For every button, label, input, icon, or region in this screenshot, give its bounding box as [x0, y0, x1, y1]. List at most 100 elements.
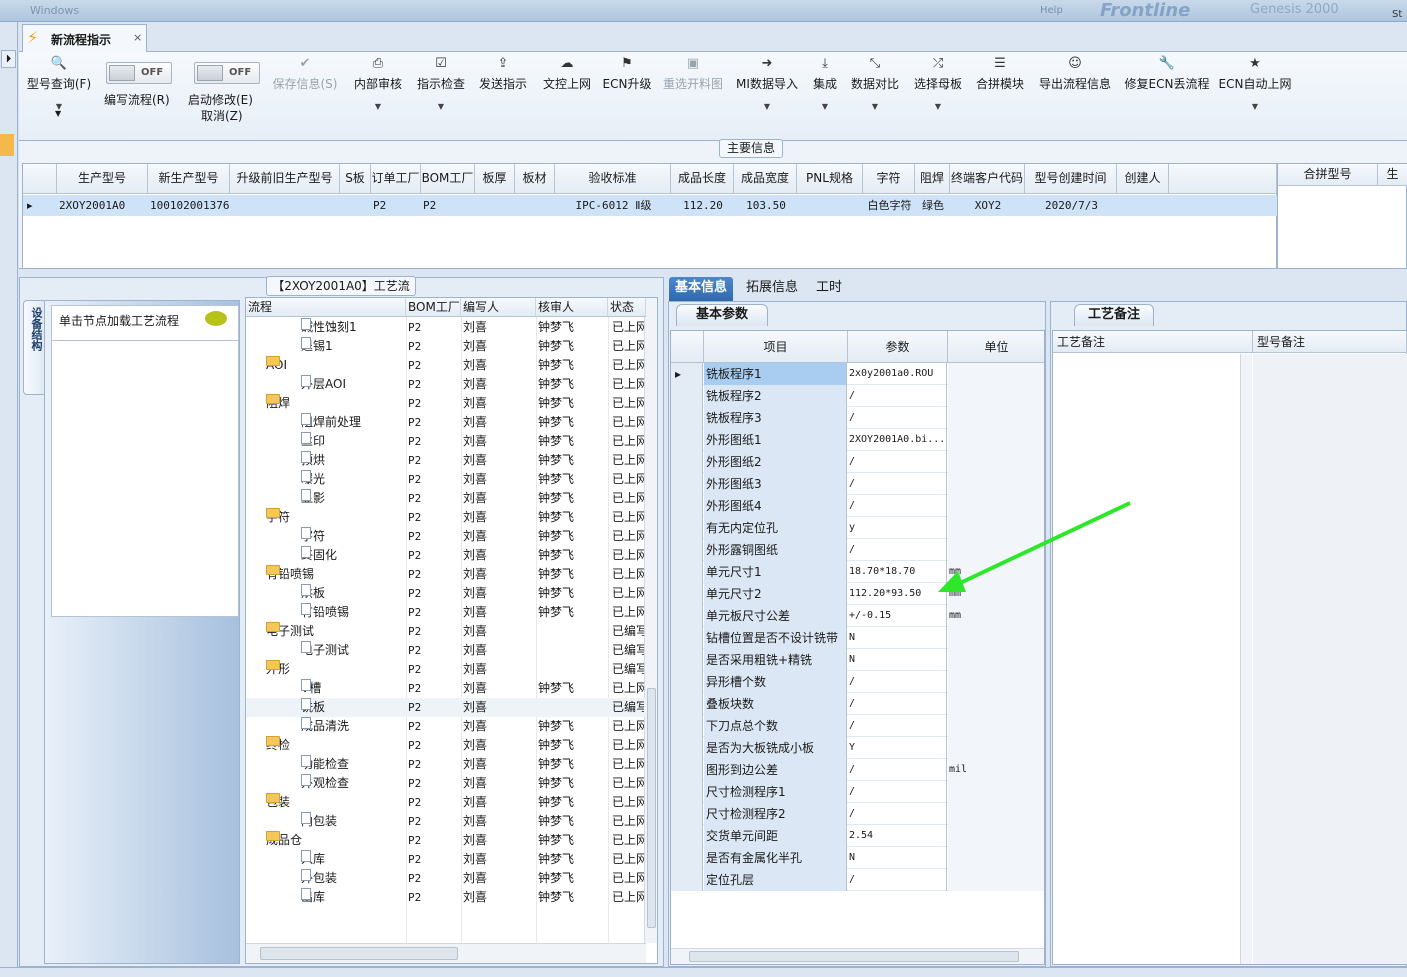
param-value[interactable]: / — [848, 407, 947, 429]
tree-row[interactable]: −外形 P2 刘喜 已编写 — [246, 660, 646, 679]
tree-node[interactable]: 曝光 — [301, 470, 325, 489]
main-info-cell[interactable]: 白色字符 — [865, 195, 914, 216]
main-info-cell[interactable] — [799, 195, 862, 216]
tree-row[interactable]: 曝光 P2 刘喜 钟梦飞 已上网 — [246, 470, 646, 489]
merge-model-header[interactable]: 合拼型号 — [1278, 164, 1378, 186]
dropdown-arrow-icon[interactable]: ▼ — [1210, 102, 1300, 111]
params-corner[interactable] — [671, 331, 704, 363]
ribbon-button-15[interactable]: ★ ECN自动上网 ▼ — [1210, 56, 1300, 111]
tree-node[interactable]: 字符 — [301, 527, 325, 546]
main-info-header[interactable]: 成品长度 — [671, 164, 734, 194]
params-row[interactable]: 铣板程序2/ — [671, 385, 1044, 407]
param-value[interactable]: N — [848, 649, 947, 671]
params-row[interactable]: 叠板块数 / — [671, 693, 1044, 715]
detail-tab-2[interactable]: 工时 — [810, 277, 848, 301]
detail-tab-1[interactable]: 拓展信息 — [740, 277, 804, 301]
main-info-header[interactable]: 型号创建时间 — [1025, 164, 1117, 194]
params-row[interactable]: 外形露铜图纸 / — [671, 539, 1044, 561]
params-row[interactable]: 交货单元间距 2.54 — [671, 825, 1044, 847]
tree-row[interactable]: V槽 P2 刘喜 钟梦飞 已上网 — [246, 679, 646, 698]
main-info-cell[interactable] — [477, 195, 514, 216]
param-value[interactable]: / — [848, 693, 947, 715]
detail-tab-0[interactable]: 基本信息 — [669, 277, 734, 301]
tree-row[interactable]: 内包装 P2 刘喜 钟梦飞 已上网 — [246, 812, 646, 831]
process-notes-grid[interactable]: 工艺备注 型号备注 — [1052, 330, 1407, 965]
main-info-cell[interactable]: 10010200137679 — [150, 195, 229, 216]
params-row[interactable]: 铣板程序3/ — [671, 407, 1044, 429]
main-info-header[interactable]: 新生产型号 — [148, 164, 230, 194]
tree-node[interactable]: 铣板 — [301, 698, 325, 717]
tree-node[interactable]: 显影 — [301, 489, 325, 508]
main-info-header[interactable]: 终端客户代码 — [950, 164, 1025, 194]
main-info-header[interactable]: 验收标准 — [555, 164, 671, 194]
tree-node[interactable]: −终检 — [266, 736, 290, 755]
tree-node[interactable]: 阻焊前处理 — [301, 413, 361, 432]
params-scroll-thumb[interactable] — [689, 951, 1019, 962]
tree-header[interactable]: BOM工厂 — [406, 298, 461, 317]
param-value[interactable]: 2.54 — [848, 825, 947, 847]
tree-row[interactable]: 外观检查 P2 刘喜 钟梦飞 已上网 — [246, 774, 646, 793]
toggle-switch-1[interactable]: OFF — [194, 62, 260, 84]
tree-node[interactable]: −外形 — [266, 660, 290, 679]
tree-node[interactable]: 丝印 — [301, 432, 325, 451]
params-row[interactable]: 是否有金属化半孔 N — [671, 847, 1044, 869]
vertical-splitter-right[interactable] — [1046, 301, 1050, 967]
tree-node[interactable]: 内包装 — [301, 812, 337, 831]
tree-node[interactable]: −AOI — [266, 356, 287, 375]
param-value[interactable]: / — [848, 539, 947, 561]
cancel-edit-label[interactable]: 取消(Z) — [201, 107, 243, 124]
ribbon-button-0[interactable]: 🔍 型号查询(F) ▼ — [14, 56, 104, 111]
tree-row[interactable]: 字符 P2 刘喜 钟梦飞 已上网 — [246, 527, 646, 546]
params-row[interactable]: 尺寸检测程序1/ — [671, 781, 1044, 803]
main-info-header[interactable]: 板材 — [515, 164, 555, 194]
params-row[interactable]: 定位孔层 / — [671, 869, 1044, 891]
params-header[interactable]: 项目 — [704, 331, 848, 363]
params-row[interactable]: 尺寸检测程序2/ — [671, 803, 1044, 825]
side-tab-equipment[interactable]: 设备结构 — [23, 300, 45, 395]
tree-node[interactable]: 出库 — [301, 888, 325, 907]
basic-params-tab[interactable]: 基本参数 — [676, 304, 768, 326]
param-value[interactable]: / — [848, 495, 947, 517]
tree-header[interactable]: 编写人 — [461, 298, 536, 317]
param-value[interactable]: / — [848, 781, 947, 803]
tree-row[interactable]: 碱性蚀刻1 P2 刘喜 钟梦飞 已上网 — [246, 318, 646, 337]
tree-node[interactable]: −包装 — [266, 793, 290, 812]
param-value[interactable]: / — [848, 473, 947, 495]
tree-node[interactable]: 外观检查 — [301, 774, 349, 793]
grid-corner[interactable] — [23, 164, 57, 194]
tree-row[interactable]: −AOI P2 刘喜 钟梦飞 已上网 — [246, 356, 646, 375]
params-row[interactable]: 外形图纸2/ — [671, 451, 1044, 473]
tree-node[interactable]: −字符 — [266, 508, 290, 527]
params-row[interactable]: 下刀点总个数 / — [671, 715, 1044, 737]
main-info-cell[interactable] — [1119, 195, 1168, 216]
tree-row[interactable]: 入库 P2 刘喜 钟梦飞 已上网 — [246, 850, 646, 869]
params-row[interactable]: 是否采用粗铣+精铣 N — [671, 649, 1044, 671]
main-info-header[interactable]: 板厚 — [475, 164, 515, 194]
tree-node[interactable]: 终固化 — [301, 546, 337, 565]
main-info-cell[interactable]: 112.20 — [673, 195, 733, 216]
tree-row[interactable]: 成品清洗 P2 刘喜 钟梦飞 已上网 — [246, 717, 646, 736]
tree-row[interactable]: −电子测试 P2 刘喜 已编写 — [246, 622, 646, 641]
param-value[interactable]: 18.70*18.70 — [848, 561, 947, 583]
tree-node[interactable]: 退锡1 — [301, 337, 333, 356]
tree-row[interactable]: 外层AOI P2 刘喜 钟梦飞 已上网 — [246, 375, 646, 394]
param-value[interactable]: / — [848, 869, 947, 891]
params-row[interactable]: 钻槽位置是否不设计铣带 N — [671, 627, 1044, 649]
param-value[interactable]: 112.20*93.50 — [848, 583, 947, 605]
params-row[interactable]: 异形槽个数 / — [671, 671, 1044, 693]
params-row[interactable]: 外形图纸3/ — [671, 473, 1044, 495]
process-tree-grid[interactable]: 流程BOM工厂编写人核审人状态碱性蚀刻1P2刘喜钟梦飞已上网退锡1P2刘喜钟梦飞… — [245, 297, 658, 964]
tree-node[interactable]: 有铅喷锡 — [301, 603, 349, 622]
tree-node[interactable]: −电子测试 — [266, 622, 314, 641]
dropdown-arrow-icon[interactable]: ▼ — [55, 109, 61, 118]
params-row[interactable]: 单元尺寸1 18.70*18.70 mm — [671, 561, 1044, 583]
main-info-header[interactable]: 成品宽度 — [734, 164, 797, 194]
left-nav-marker[interactable] — [0, 134, 14, 156]
tree-node[interactable]: 预烘 — [301, 451, 325, 470]
tab-new-process[interactable]: ⚡ 新流程指示 × — [22, 24, 147, 52]
main-info-cell[interactable] — [232, 195, 339, 216]
vertical-splitter-left[interactable] — [664, 301, 668, 967]
main-info-header[interactable]: S板 — [340, 164, 371, 194]
main-info-header[interactable]: 字符 — [863, 164, 915, 194]
param-value[interactable]: 2x0y2001a0.ROU — [848, 363, 947, 385]
